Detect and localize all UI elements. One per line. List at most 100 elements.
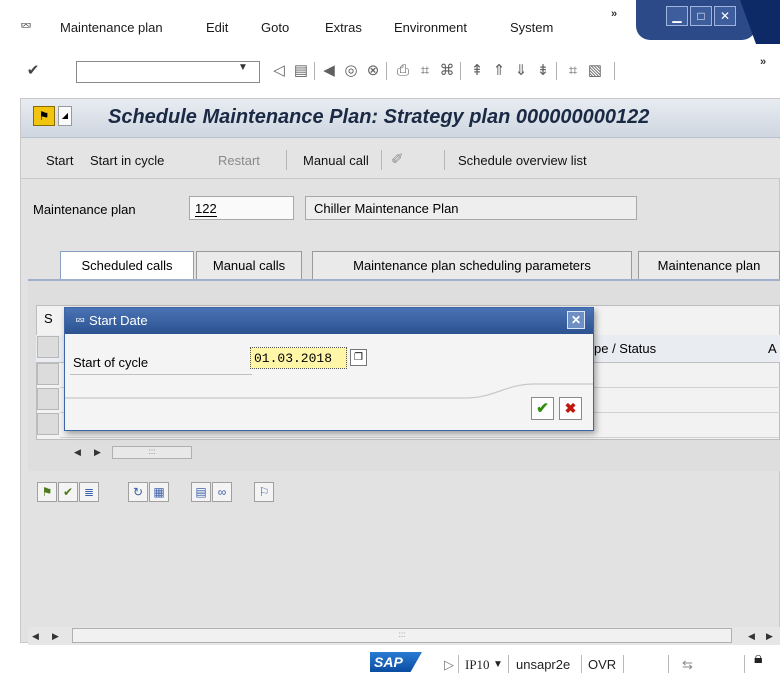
cancel-icon[interactable]: ⊗ bbox=[362, 60, 384, 82]
details-icon[interactable]: ≣ bbox=[79, 482, 99, 502]
menu-goto[interactable]: Goto bbox=[261, 20, 289, 35]
table-row-selector[interactable] bbox=[37, 363, 59, 385]
start-of-cycle-input[interactable]: 01.03.2018 bbox=[250, 347, 347, 369]
refresh-icon[interactable]: ↻ bbox=[128, 482, 148, 502]
dialog-close-icon[interactable]: ✕ bbox=[567, 311, 585, 329]
maintenance-plan-value: 122 bbox=[195, 201, 217, 217]
next-page-icon[interactable]: ⇓ bbox=[510, 60, 532, 82]
dialog-menu-icon[interactable]: ⮹ bbox=[75, 313, 85, 328]
page-title: Schedule Maintenance Plan: Strategy plan… bbox=[108, 106, 650, 128]
menu-icon[interactable]: ⮹ bbox=[20, 18, 32, 35]
back-arrow-icon[interactable]: ◁ bbox=[268, 60, 290, 82]
tab-manual-calls[interactable]: Manual calls bbox=[196, 251, 302, 279]
calendar-icon[interactable]: ▦ bbox=[149, 482, 169, 502]
toolbar-separator bbox=[556, 62, 557, 80]
status-expand-icon[interactable]: ▷ bbox=[444, 657, 454, 673]
menu-environment[interactable]: Environment bbox=[394, 20, 467, 35]
maintenance-plan-label: Maintenance plan bbox=[33, 202, 136, 217]
back-icon[interactable]: ◀ bbox=[318, 60, 340, 82]
minimize-icon[interactable]: ▁ bbox=[666, 6, 688, 26]
insert-mode: OVR bbox=[588, 657, 617, 672]
system-dropdown-icon[interactable]: ▼ bbox=[493, 659, 503, 670]
status-separator bbox=[623, 655, 624, 673]
toolbar-separator bbox=[314, 62, 315, 80]
previous-page-icon[interactable]: ⇑ bbox=[488, 60, 510, 82]
find-icon[interactable]: ⌗ bbox=[414, 60, 436, 82]
flag-icon[interactable]: ⚐ bbox=[254, 482, 274, 502]
server-name: unsapr2e bbox=[516, 657, 571, 672]
lock-icon[interactable]: 🔒︎ bbox=[754, 650, 763, 668]
window-controls: ▁ □ ✕ bbox=[636, 0, 756, 40]
schedule-overview-button[interactable]: Schedule overview list bbox=[458, 153, 587, 168]
cancel-x-icon[interactable]: ✖ bbox=[559, 397, 582, 420]
table-select-all[interactable] bbox=[37, 336, 59, 358]
dialog-title: Start Date bbox=[89, 313, 148, 328]
exit-icon[interactable]: ◎ bbox=[340, 60, 362, 82]
toolbar-separator bbox=[460, 62, 461, 80]
last-page-icon[interactable]: ⇟ bbox=[532, 60, 554, 82]
appbar-separator bbox=[444, 150, 445, 170]
maximize-icon[interactable]: □ bbox=[690, 6, 712, 26]
toolbar-separator bbox=[614, 62, 615, 80]
print-icon[interactable]: ⎙ bbox=[392, 60, 414, 82]
start-in-cycle-button[interactable]: Start in cycle bbox=[90, 153, 164, 168]
new-session-icon[interactable]: ⌗ bbox=[562, 60, 584, 82]
menu-system[interactable]: System bbox=[510, 20, 553, 35]
column-header-status[interactable]: pe / Status bbox=[594, 341, 656, 356]
find-next-icon[interactable]: ⌘ bbox=[436, 60, 458, 82]
tab-maintenance-plan[interactable]: Maintenance plan bbox=[638, 251, 780, 279]
table-row-selector[interactable] bbox=[37, 413, 59, 435]
table-row bbox=[60, 437, 780, 438]
menu-maintenance-plan[interactable]: Maintenance plan bbox=[60, 20, 163, 35]
status-separator bbox=[508, 655, 509, 673]
column-header-partial[interactable]: A bbox=[768, 341, 777, 356]
toolbar-separator bbox=[386, 62, 387, 80]
scrollbar-thumb[interactable]: ::: bbox=[72, 628, 732, 643]
scroll-right-icon[interactable]: ▶ bbox=[52, 631, 59, 642]
scroll-left-icon[interactable]: ◀ bbox=[32, 631, 39, 642]
status-separator bbox=[668, 655, 669, 673]
menu-extras[interactable]: Extras bbox=[325, 20, 362, 35]
enter-check-icon[interactable]: ✔ bbox=[22, 60, 44, 82]
scroll-left-icon[interactable]: ◀ bbox=[74, 447, 81, 458]
scroll-left-icon[interactable]: ◀ bbox=[748, 631, 755, 642]
scroll-right-icon[interactable]: ▶ bbox=[94, 447, 101, 458]
manual-call-button[interactable]: Manual call bbox=[303, 153, 369, 168]
flag-green-icon[interactable]: ⚑ bbox=[37, 482, 57, 502]
connection-icon[interactable]: ⇆ bbox=[682, 657, 693, 673]
command-field-dropdown-icon[interactable]: ▼ bbox=[238, 62, 248, 73]
tab-scheduled-calls[interactable]: Scheduled calls bbox=[60, 251, 194, 279]
title-dropdown-icon[interactable]: ◢ bbox=[58, 106, 72, 126]
status-separator bbox=[744, 655, 745, 673]
scroll-right-icon[interactable]: ▶ bbox=[766, 631, 773, 642]
close-window-icon[interactable]: ✕ bbox=[714, 6, 736, 26]
start-of-cycle-label: Start of cycle bbox=[73, 355, 149, 370]
appbar-separator bbox=[381, 150, 382, 170]
toolbar-overflow-button[interactable]: » bbox=[760, 56, 766, 68]
tab-scheduling-parameters[interactable]: Maintenance plan scheduling parameters bbox=[312, 251, 632, 279]
shortcut-icon[interactable]: ▧ bbox=[584, 60, 606, 82]
command-field[interactable] bbox=[76, 61, 260, 83]
value-help-icon[interactable]: ❐ bbox=[350, 349, 367, 366]
dialog-footer-divider bbox=[65, 383, 593, 399]
system-id: IP10 bbox=[465, 657, 490, 672]
menu-edit[interactable]: Edit bbox=[206, 20, 228, 35]
dialog-title-bar: ⮹ Start Date bbox=[65, 308, 593, 334]
maintenance-plan-field[interactable]: 122 bbox=[189, 196, 294, 220]
confirm-check-icon[interactable]: ✔ bbox=[531, 397, 554, 420]
customize-layout-icon[interactable]: ⚑ bbox=[33, 106, 55, 126]
restart-button[interactable]: Restart bbox=[218, 153, 260, 168]
menu-overflow-button[interactable]: » bbox=[611, 8, 617, 20]
check-flag-icon[interactable]: ✔ bbox=[58, 482, 78, 502]
call-object-icon[interactable]: ✐ bbox=[391, 150, 404, 168]
start-button[interactable]: Start bbox=[46, 153, 73, 168]
table-settings-icon[interactable]: ▤ bbox=[191, 482, 211, 502]
save-icon[interactable]: ▤ bbox=[290, 60, 312, 82]
maintenance-plan-description: Chiller Maintenance Plan bbox=[305, 196, 637, 220]
table-row-selector[interactable] bbox=[37, 388, 59, 410]
table-scrollbar-thumb[interactable]: ::: bbox=[112, 446, 192, 459]
table-title-partial: S bbox=[44, 311, 53, 326]
status-separator bbox=[581, 655, 582, 673]
first-page-icon[interactable]: ⇞ bbox=[466, 60, 488, 82]
glasses-icon[interactable]: ∞ bbox=[212, 482, 232, 502]
